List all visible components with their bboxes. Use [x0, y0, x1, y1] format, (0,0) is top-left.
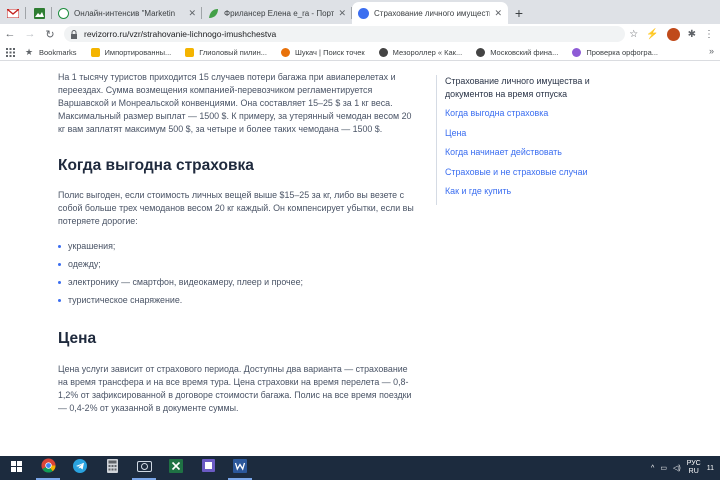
tab-gmail[interactable] [0, 2, 26, 24]
word-icon [233, 458, 247, 478]
gmail-icon [6, 7, 20, 18]
article: На 1 тысячу туристов приходится 15 случа… [58, 61, 416, 415]
bullet-icon [58, 244, 61, 248]
back-button[interactable]: ← [0, 28, 20, 40]
address-toolbar: ← → ↻ revizorro.ru/vzr/strahovanie-lichn… [0, 24, 720, 44]
reload-button[interactable]: ↻ [40, 28, 60, 41]
folder-icon [90, 47, 100, 57]
site-favicon-icon [476, 47, 486, 57]
browser-tab-bar: Онлайн-интенсив "Marketin ✕ Фрилансер Ел… [0, 0, 720, 24]
list-item: туристическое снаряжение. [58, 291, 416, 309]
toc-link[interactable]: Когда начинает действовать [445, 146, 616, 166]
tab-sheet[interactable] [26, 2, 52, 24]
taskbar-telegram[interactable] [64, 456, 96, 480]
avatar[interactable] [666, 27, 680, 41]
toc-heading: Страхование личного имущества и документ… [445, 76, 590, 99]
bookmark-item[interactable]: Шукач | Поиск точек [280, 47, 365, 57]
bookmarks-apps[interactable] [6, 47, 15, 57]
telegram-icon [73, 458, 87, 478]
taskbar-excel[interactable] [160, 456, 192, 480]
lock-icon [70, 30, 78, 39]
image-icon [33, 7, 45, 19]
folder-icon [185, 47, 195, 57]
list-item: украшения; [58, 237, 416, 255]
clock[interactable]: 11 [707, 465, 714, 472]
start-button[interactable] [0, 456, 32, 480]
toc-link[interactable]: Как и где купить [445, 185, 616, 205]
chevron-up-icon[interactable]: ^ [651, 465, 654, 472]
bookmark-item[interactable]: ★ Bookmarks [25, 46, 77, 57]
close-tab-icon[interactable]: ✕ [188, 8, 196, 19]
bookmark-item[interactable]: Мезороллер « Как... [378, 47, 462, 57]
toc-link[interactable]: Страховые и не страховые случаи [445, 166, 616, 186]
camera-icon [136, 459, 152, 477]
section-title-price: Цена [58, 330, 97, 347]
taskbar-calculator[interactable] [96, 456, 128, 480]
site-favicon-icon [58, 7, 69, 19]
menu-icon[interactable]: ⋮ [704, 29, 714, 40]
tab-marketing[interactable]: Онлайн-интенсив "Marketin ✕ [52, 2, 202, 24]
bullet-icon [58, 298, 61, 302]
list-item: одежду; [58, 255, 416, 273]
windows-icon [10, 459, 22, 477]
bookmark-item[interactable]: Московский фина... [476, 47, 558, 57]
site-favicon-icon [280, 47, 290, 57]
intro-paragraph: На 1 тысячу туристов приходится 15 случа… [58, 72, 412, 134]
bookmark-item[interactable]: Проверка орфогра... [572, 47, 658, 57]
close-tab-icon[interactable]: ✕ [338, 8, 346, 19]
plus-icon: + [514, 5, 524, 21]
new-tab-button[interactable]: + [508, 2, 530, 24]
system-tray: ^ ▭ ◁) РУС RU 11 [651, 460, 720, 476]
tab-freelancer[interactable]: Фрилансер Елена e_ra - Портф ✕ [202, 2, 352, 24]
volume-icon[interactable]: ◁) [673, 464, 681, 472]
taskbar-screenshot-tool[interactable] [128, 456, 160, 480]
apps-grid-icon [6, 47, 15, 57]
address-input[interactable]: revizorro.ru/vzr/strahovanie-lichnogo-im… [64, 26, 626, 42]
star-icon[interactable]: ☆ [629, 29, 638, 40]
puzzle-icon[interactable]: ✱ [688, 29, 696, 40]
leaf-icon [208, 8, 219, 19]
network-icon[interactable]: ▭ [660, 464, 667, 472]
section-paragraph: Полис выгоден, если стоимость личных вещ… [58, 190, 414, 226]
bullet-icon [58, 280, 61, 284]
url-text: revizorro.ru/vzr/strahovanie-lichnogo-im… [84, 29, 277, 39]
page-content: На 1 тысячу туристов приходится 15 случа… [0, 61, 720, 456]
extension-icon[interactable]: ⚡ [646, 29, 658, 40]
forward-button[interactable]: → [20, 28, 40, 40]
windows-taskbar: ^ ▭ ◁) РУС RU 11 [0, 456, 720, 480]
bookmark-item[interactable]: Импортированны... [90, 47, 171, 57]
bullet-icon [58, 262, 61, 266]
taskbar-app[interactable] [192, 456, 224, 480]
chevron-right-icon[interactable]: » [709, 46, 714, 56]
close-tab-icon[interactable]: ✕ [494, 8, 502, 19]
list-item: электронику — смартфон, видеокамеру, пле… [58, 273, 416, 291]
taskbar-word[interactable] [224, 456, 256, 480]
taskbar-chrome[interactable] [32, 456, 64, 480]
table-of-contents: Страхование личного имущества и документ… [436, 75, 616, 205]
chrome-icon [40, 458, 56, 478]
app-icon [201, 459, 215, 477]
star-icon: ★ [25, 46, 34, 57]
valuables-list: украшения; одежду; электронику — смартфо… [58, 237, 416, 309]
tab-insurance-active[interactable]: Страхование личного имуществ ✕ [352, 2, 508, 24]
site-favicon-icon [358, 7, 369, 19]
site-favicon-icon [572, 47, 582, 57]
calculator-icon [106, 458, 118, 478]
bookmark-item[interactable]: Глиоловый пилин... [185, 47, 267, 57]
toc-link[interactable]: Цена [445, 127, 616, 147]
section-paragraph: Цена услуги зависит от страхового период… [58, 364, 412, 413]
excel-icon [169, 458, 183, 478]
language-indicator[interactable]: РУС RU [687, 460, 701, 476]
section-title-when: Когда выгодна страховка [58, 157, 254, 174]
bookmarks-bar: ★ Bookmarks Импортированны... Глиоловый … [0, 44, 720, 61]
site-favicon-icon [378, 47, 388, 57]
toc-link[interactable]: Когда выгодна страховка [445, 107, 616, 127]
